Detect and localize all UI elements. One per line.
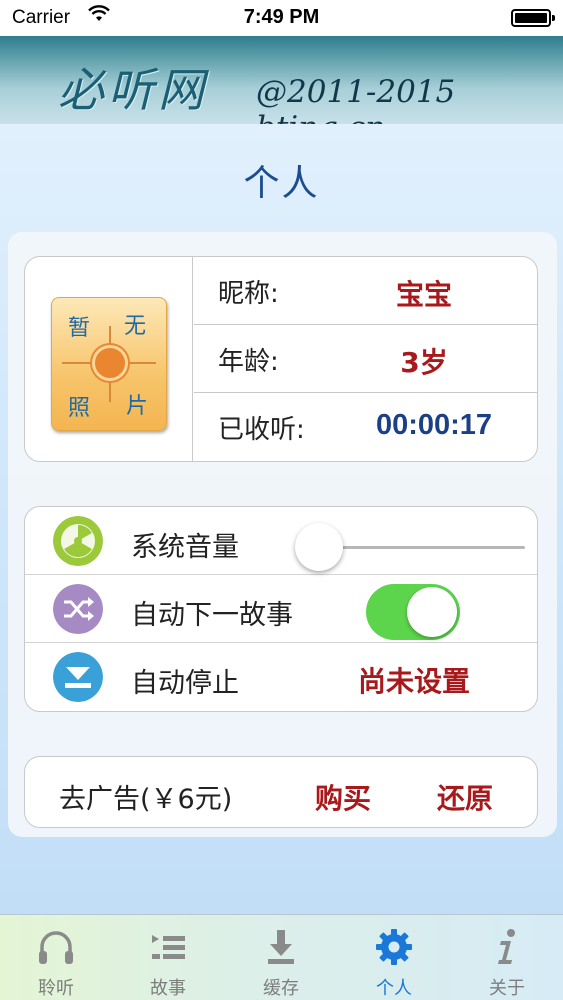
status-bar: Carrier 7:49 PM: [0, 0, 563, 36]
download-tray-icon: [53, 652, 103, 702]
auto-next-toggle[interactable]: [366, 584, 460, 640]
photo-placeholder-char: 无: [124, 314, 147, 339]
nickname-value: 宝宝: [395, 278, 452, 311]
auto-next-label: 自动下一故事: [131, 600, 293, 631]
photo-cell[interactable]: 暂 无 照 片: [25, 257, 193, 461]
list-icon: [152, 935, 185, 959]
tab-bar: 聆听 故事 缓存 个人 关于: [0, 914, 563, 1000]
listened-time-value: 00:00:17: [375, 409, 493, 441]
photo-placeholder-char: 暂: [68, 316, 91, 341]
tab-label: 个人: [376, 978, 412, 999]
tab-label: 关于: [489, 978, 525, 999]
volume-label: 系统音量: [131, 532, 239, 563]
auto-next-row: 自动下一故事: [25, 575, 537, 643]
target-icon: [92, 345, 128, 381]
tab-label: 聆听: [38, 978, 74, 999]
remove-ads-card: 去广告(￥6元) 购买 还原: [24, 756, 538, 828]
download-icon: [268, 930, 294, 964]
photo-placeholder-char: 照: [68, 396, 91, 421]
restore-button[interactable]: 还原: [437, 777, 493, 817]
app-banner: 必听网 @2011-2015 bting.cn: [0, 36, 563, 124]
auto-stop-value[interactable]: 尚未设置: [324, 660, 504, 700]
tab-listen[interactable]: 聆听: [0, 915, 112, 1000]
copyright-text: @2011-2015 bting.cn: [256, 74, 456, 124]
age-row[interactable]: 年龄: 3岁: [194, 325, 538, 393]
listened-time-row: 已收听: 00:00:17: [194, 393, 538, 461]
nickname-label: 昵称:: [218, 279, 279, 309]
profile-card: 暂 无 照 片 昵称: 宝宝 年龄: 3岁 已收听: 00:00:17: [24, 256, 538, 462]
remove-ads-label: 去广告(￥6元): [59, 784, 233, 815]
tab-cache[interactable]: 缓存: [225, 915, 337, 1000]
volume-slider-track[interactable]: [319, 546, 525, 549]
gear-icon: [376, 929, 412, 965]
tab-stories[interactable]: 故事: [112, 915, 224, 1000]
listened-time-label: 已收听:: [218, 415, 305, 445]
auto-stop-label: 自动停止: [131, 668, 239, 699]
clock: 7:49 PM: [243, 6, 320, 28]
age-value: 3岁: [400, 346, 448, 379]
volume-icon: [53, 516, 103, 566]
tab-about[interactable]: 关于: [451, 915, 563, 1000]
tab-personal[interactable]: 个人: [338, 915, 450, 1000]
buy-button[interactable]: 购买: [315, 777, 371, 817]
headphones-icon: [39, 931, 73, 964]
tab-label: 缓存: [263, 978, 299, 999]
battery-icon: [511, 9, 555, 27]
avatar[interactable]: 暂 无 照 片: [51, 297, 167, 431]
info-icon: [498, 929, 515, 964]
photo-placeholder-char: 片: [126, 394, 149, 419]
volume-slider-thumb[interactable]: [295, 523, 343, 571]
page-title: 个人: [243, 163, 320, 204]
volume-row: 系统音量: [25, 507, 537, 575]
tab-label: 故事: [150, 978, 186, 999]
toggle-knob: [407, 587, 457, 637]
age-label: 年龄:: [218, 347, 279, 377]
app-logo: 必听网: [58, 63, 208, 117]
shuffle-icon: [53, 584, 103, 634]
nickname-row[interactable]: 昵称: 宝宝: [194, 257, 538, 325]
